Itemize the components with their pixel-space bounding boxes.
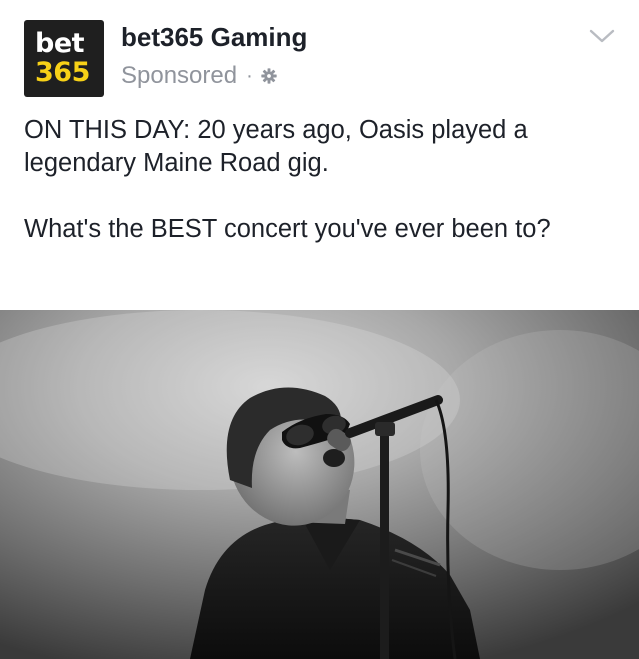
post-image[interactable]	[0, 310, 639, 659]
sponsored-label[interactable]: Sponsored	[121, 60, 237, 92]
logo-text-bet: bet	[35, 28, 85, 59]
chevron-down-icon[interactable]	[588, 26, 616, 46]
post-text-paragraph-2: What's the BEST concert you've ever been…	[24, 215, 551, 243]
singer-photo	[0, 310, 639, 659]
meta-separator: ·	[246, 65, 253, 87]
page-avatar[interactable]: bet 365	[24, 20, 104, 97]
gear-icon[interactable]	[260, 67, 278, 85]
post-meta: Sponsored ·	[121, 60, 278, 92]
logo-text-365: 365	[35, 57, 90, 88]
post-text: ON THIS DAY: 20 years ago, Oasis played …	[24, 114, 620, 246]
page-name-link[interactable]: bet365 Gaming	[121, 20, 307, 54]
post-text-paragraph-1: ON THIS DAY: 20 years ago, Oasis played …	[24, 116, 528, 177]
sponsored-post: bet 365 bet365 Gaming Sponsored · ON THI…	[0, 0, 639, 659]
